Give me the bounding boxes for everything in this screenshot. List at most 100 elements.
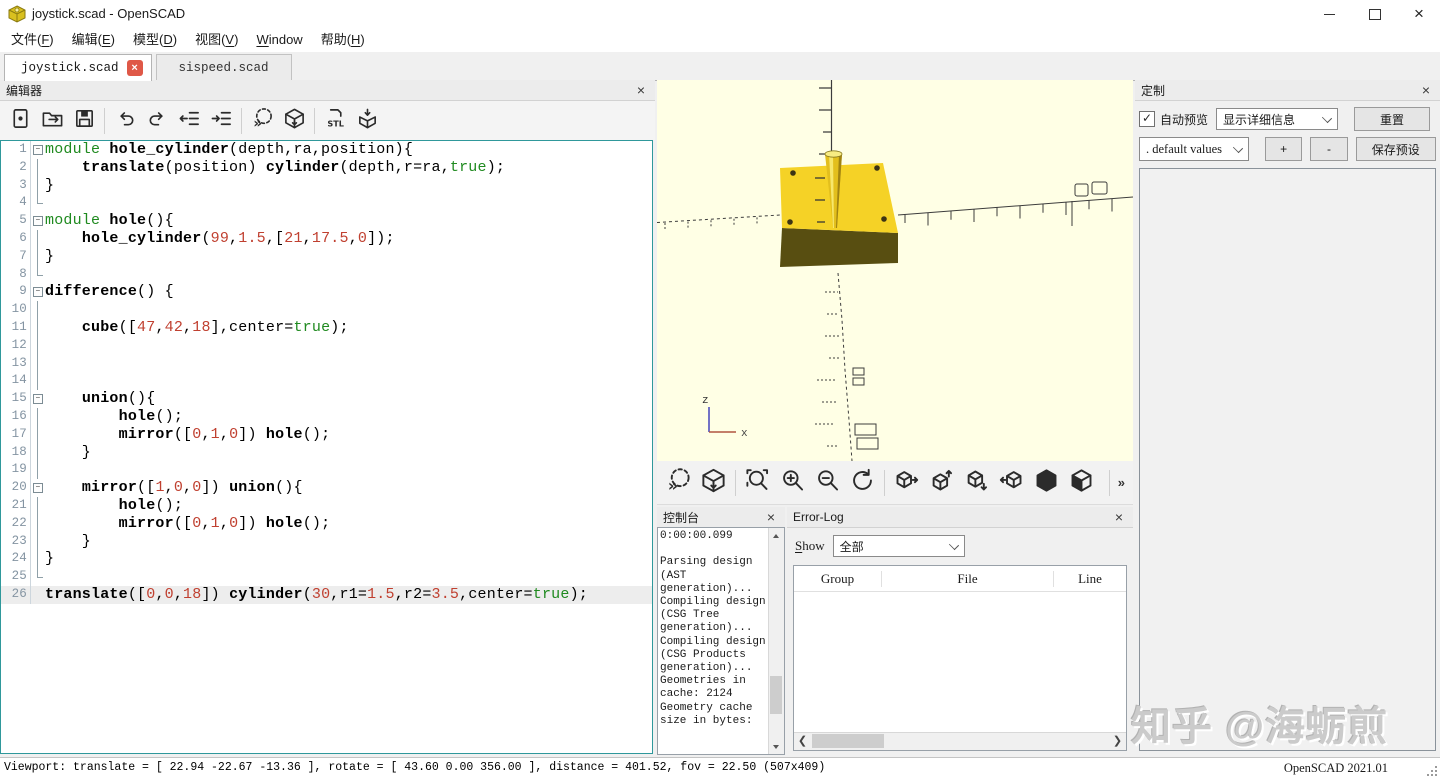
column-header-file[interactable]: File [882, 571, 1054, 587]
indent-button[interactable] [205, 105, 237, 137]
code-editor[interactable]: 1module hole_cylinder(depth,ra,position)… [0, 140, 653, 754]
view-front-button[interactable] [1064, 465, 1099, 500]
error-table-hscrollbar[interactable] [794, 732, 1126, 750]
code-line-13[interactable]: 13 [1, 355, 652, 373]
code-line-2[interactable]: 2 translate(position) cylinder(depth,r=r… [1, 159, 652, 177]
column-header-line[interactable]: Line [1054, 571, 1126, 587]
redo-button[interactable] [141, 105, 173, 137]
code-line-17[interactable]: 17 mirror([0,1,0]) hole(); [1, 426, 652, 444]
column-header-group[interactable]: Group [794, 571, 882, 587]
tab-close-icon[interactable]: × [127, 60, 143, 76]
code-line-11[interactable]: 11 cube([47,42,18],center=true); [1, 319, 652, 337]
fold-marker-icon[interactable] [31, 283, 45, 301]
code-line-4[interactable]: 4 [1, 194, 652, 212]
toolbar-overflow-button[interactable]: » [1109, 470, 1125, 496]
reset-view-button[interactable] [845, 465, 880, 500]
code-line-16[interactable]: 16 hole(); [1, 408, 652, 426]
detail-level-dropdown[interactable]: 显示详细信息 [1216, 108, 1338, 130]
view-bottom-button[interactable] [959, 465, 994, 500]
code-line-10[interactable]: 10 [1, 301, 652, 319]
tab-sispeed-scad[interactable]: sispeed.scad [156, 54, 292, 80]
zoom-all-button[interactable] [740, 465, 775, 500]
code-line-12[interactable]: 12 [1, 337, 652, 355]
error-filter-dropdown[interactable]: 全部 [833, 535, 965, 557]
save-preset-button[interactable]: 保存预设 [1356, 137, 1436, 161]
code-line-21[interactable]: 21 hole(); [1, 497, 652, 515]
code-line-7[interactable]: 7} [1, 248, 652, 266]
code-line-6[interactable]: 6 hole_cylinder(99,1.5,[21,17.5,0]); [1, 230, 652, 248]
menu-item-4[interactable]: Window [247, 28, 311, 52]
open-file-button[interactable] [36, 105, 68, 137]
view-left-button[interactable] [994, 465, 1029, 500]
customizer-close-icon[interactable]: × [1418, 82, 1434, 98]
code-line-5[interactable]: 5module hole(){ [1, 212, 652, 230]
zoom-out-button[interactable] [810, 465, 845, 500]
menu-item-3[interactable]: 视图(V) [186, 28, 247, 52]
error-log-panel: Error-Log × Show 全部 GroupFileLine [787, 507, 1133, 755]
console-close-icon[interactable]: × [763, 509, 779, 525]
editor-close-icon[interactable]: × [633, 82, 649, 98]
console-scrollbar[interactable] [768, 528, 784, 754]
maximize-button[interactable] [1358, 0, 1392, 28]
reset-button[interactable]: 重置 [1354, 107, 1430, 131]
minimize-button[interactable] [1312, 0, 1346, 28]
fold-marker-icon[interactable] [31, 212, 45, 230]
render-button[interactable] [278, 105, 310, 137]
scroll-up-icon[interactable] [769, 528, 784, 543]
code-line-15[interactable]: 15 union(){ [1, 390, 652, 408]
menu-item-0[interactable]: 文件(F) [2, 28, 63, 52]
render-button[interactable] [696, 465, 731, 500]
code-line-25[interactable]: 25 [1, 568, 652, 586]
unindent-button[interactable] [173, 105, 205, 137]
code-line-9[interactable]: 9difference() { [1, 283, 652, 301]
preview-button[interactable]: » [661, 465, 696, 500]
menu-item-1[interactable]: 编辑(E) [63, 28, 124, 52]
code-line-23[interactable]: 23 } [1, 533, 652, 551]
console-output[interactable]: 0:00:00.099 Parsing design (AST generati… [657, 527, 785, 755]
3d-viewport-canvas[interactable]: z x [657, 80, 1133, 461]
code-line-19[interactable]: 19 [1, 461, 652, 479]
code-line-14[interactable]: 14 [1, 372, 652, 390]
scroll-down-icon[interactable] [769, 739, 784, 754]
scrollbar-thumb[interactable] [812, 734, 884, 748]
export-stl-button[interactable]: STL [319, 105, 351, 137]
console-panel: 控制台 × 0:00:00.099 Parsing design (AST ge… [657, 507, 785, 755]
tab-joystick-scad[interactable]: joystick.scad × [4, 54, 152, 81]
export-button[interactable] [351, 105, 383, 137]
error-log-close-icon[interactable]: × [1111, 509, 1127, 525]
fold-guide [31, 515, 45, 533]
resize-grip[interactable] [1424, 763, 1437, 776]
code-line-24[interactable]: 24} [1, 550, 652, 568]
zoom-in-button[interactable] [775, 465, 810, 500]
menu-item-2[interactable]: 模型(D) [124, 28, 186, 52]
new-file-button[interactable] [4, 105, 36, 137]
save-file-button[interactable] [68, 105, 100, 137]
scroll-left-icon[interactable] [794, 733, 811, 749]
preset-dropdown[interactable]: . default values [1139, 137, 1249, 161]
view-top-button[interactable] [924, 465, 959, 500]
view-right-button[interactable] [889, 465, 924, 500]
preview-button[interactable]: » [246, 105, 278, 137]
add-preset-button[interactable]: + [1265, 137, 1302, 161]
code-line-18[interactable]: 18 } [1, 444, 652, 462]
scrollbar-thumb[interactable] [770, 676, 782, 714]
code-line-1[interactable]: 1module hole_cylinder(depth,ra,position)… [1, 141, 652, 159]
window-close-button[interactable]: × [1402, 0, 1436, 28]
view-back-button[interactable] [1029, 465, 1064, 500]
view-right-icon [893, 467, 920, 499]
fold-marker-icon[interactable] [31, 479, 45, 497]
menu-item-5[interactable]: 帮助(H) [312, 28, 374, 52]
error-table[interactable]: GroupFileLine [793, 565, 1127, 751]
auto-preview-checkbox[interactable]: ✓ [1139, 111, 1155, 127]
remove-preset-button[interactable]: - [1310, 137, 1347, 161]
error-filter-row: Show 全部 [795, 535, 965, 557]
code-line-22[interactable]: 22 mirror([0,1,0]) hole(); [1, 515, 652, 533]
code-line-26[interactable]: 26translate([0,0,18]) cylinder(30,r1=1.5… [1, 586, 652, 604]
fold-marker-icon[interactable] [31, 390, 45, 408]
fold-marker-icon[interactable] [31, 141, 45, 159]
code-line-3[interactable]: 3} [1, 177, 652, 195]
code-line-20[interactable]: 20 mirror([1,0,0]) union(){ [1, 479, 652, 497]
code-line-8[interactable]: 8 [1, 266, 652, 284]
scroll-right-icon[interactable] [1109, 733, 1126, 749]
undo-button[interactable] [109, 105, 141, 137]
